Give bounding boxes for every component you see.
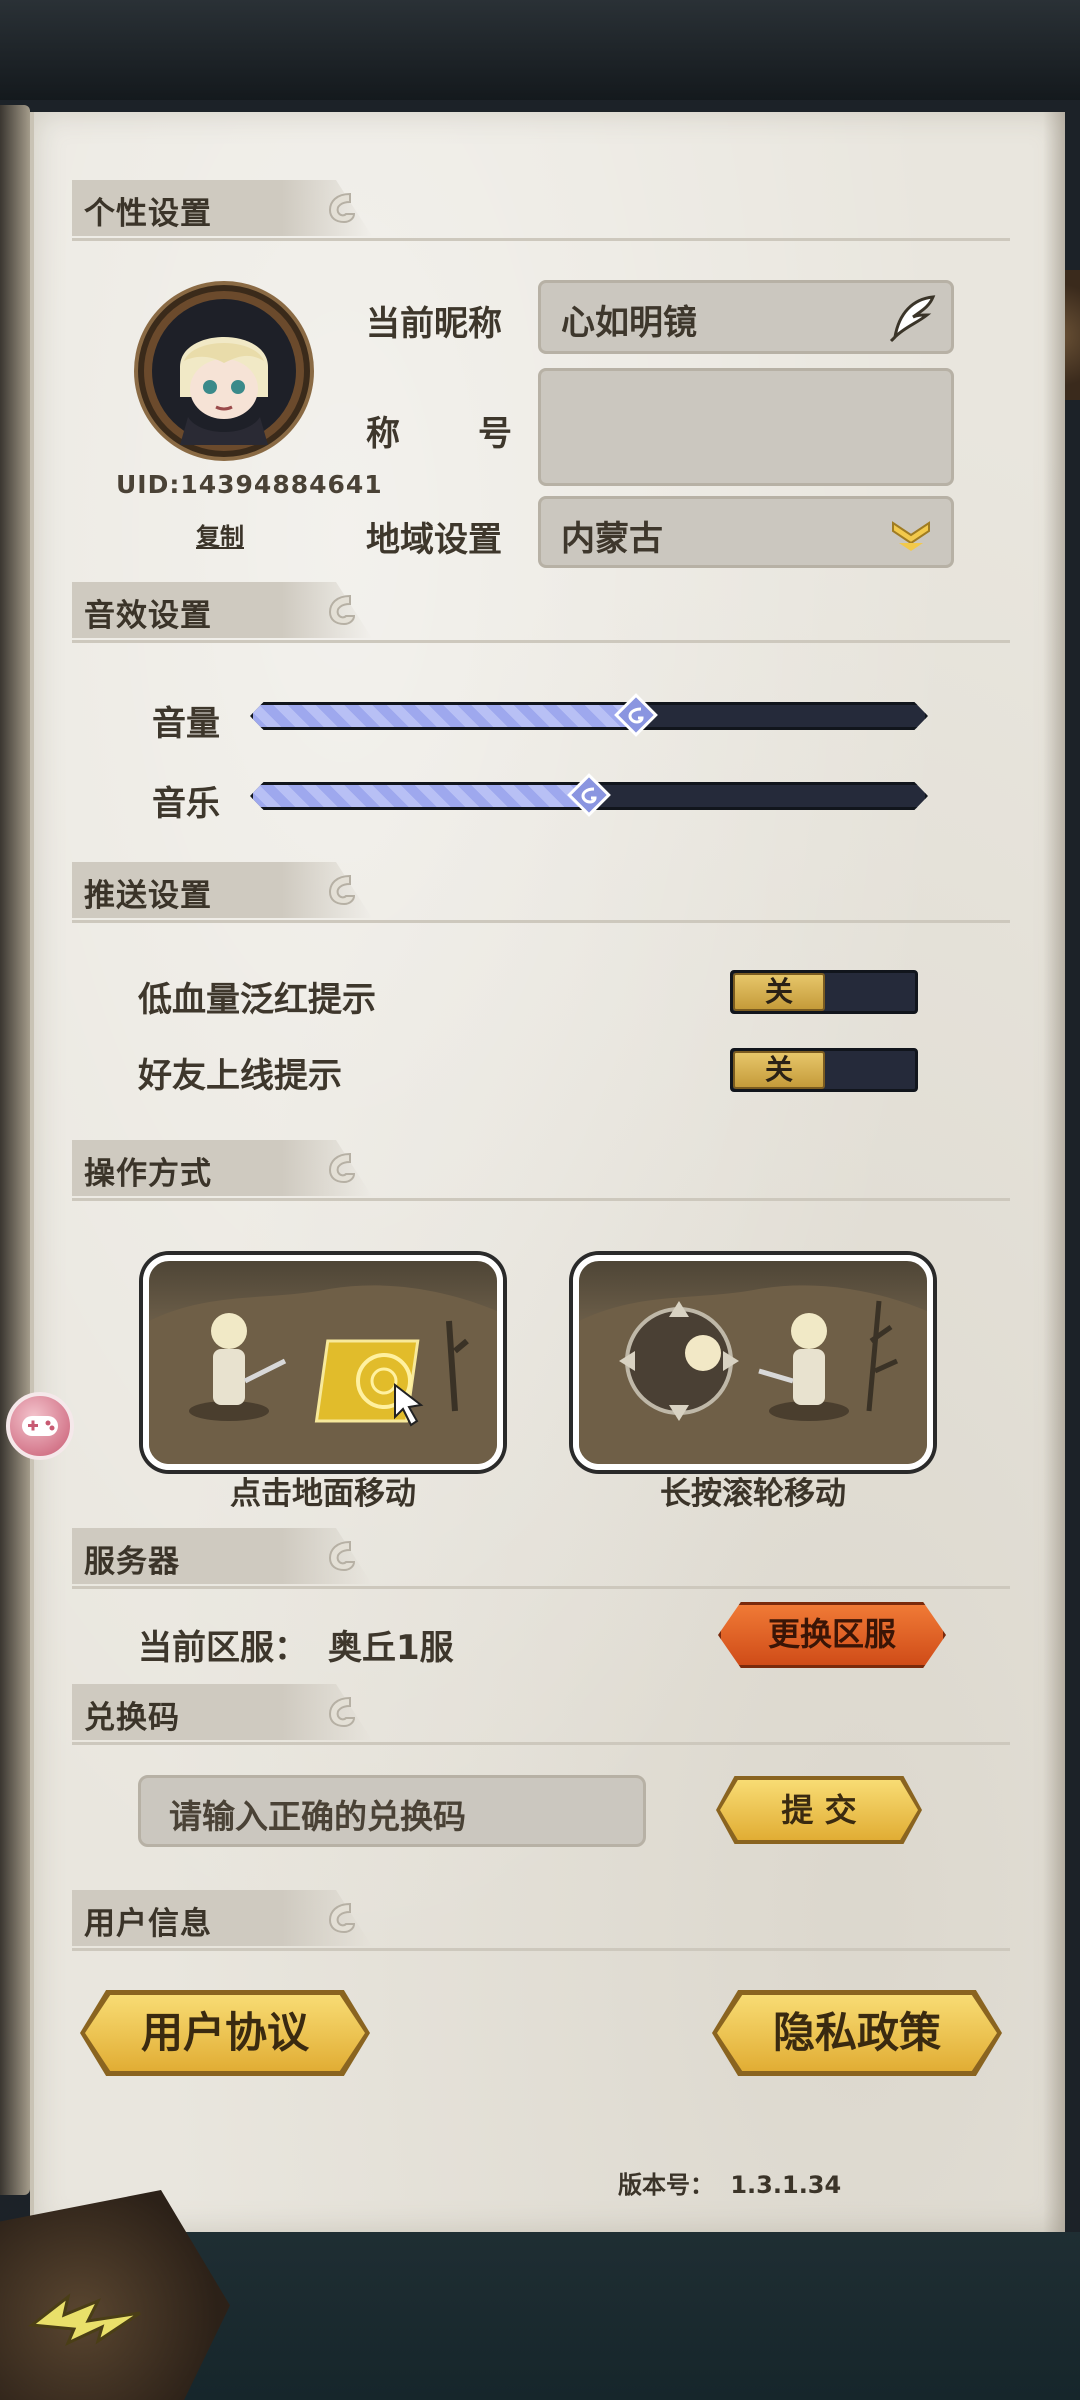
feather-quill-icon[interactable] [887,293,941,343]
ornament-icon [328,1152,356,1184]
region-label: 地域设置 [366,520,502,560]
nickname-value: 心如明镜 [561,303,697,343]
section-server: 服务器 [72,1528,1010,1589]
wheel-move-option[interactable] [573,1255,933,1470]
tap-move-illustration [149,1285,497,1464]
friend-online-toggle[interactable]: 关 [730,1048,918,1092]
gamepad-icon [22,1416,58,1436]
wheel-move-label: 长按滚轮移动 [660,1476,846,1512]
volume-handle[interactable] [613,692,659,738]
music-label: 音乐 [152,784,220,824]
nickname-field[interactable]: 心如明镜 [538,280,954,354]
volume-slider[interactable] [250,702,928,730]
friend-online-label: 好友上线提示 [138,1056,342,1096]
section-redeem: 兑换码 [72,1684,1010,1745]
lightning-arrow-icon[interactable] [28,2285,148,2360]
floating-gamepad-button[interactable] [6,1392,74,1460]
low-hp-toggle[interactable]: 关 [730,970,918,1014]
section-sound: 音效设置 [72,582,1010,643]
section-title: 用户信息 [84,1906,212,1942]
music-fill [253,785,589,807]
privacy-policy-button[interactable]: 隐私政策 [717,1995,997,2071]
section-title: 推送设置 [84,878,212,914]
toggle-knob: 关 [733,973,825,1011]
redeem-placeholder: 请输入正确的兑换码 [169,1797,466,1836]
book-spine [0,105,30,2195]
section-personal: 个性设置 [72,180,1010,241]
top-bar [0,0,1080,100]
avatar[interactable] [138,285,310,457]
region-select[interactable]: 内蒙古 [538,496,954,568]
music-handle[interactable] [566,772,612,818]
version-value: 1.3.1.34 [730,2171,842,2199]
tap-to-move-option[interactable] [143,1255,503,1470]
change-server-button[interactable]: 更换区服 [718,1602,946,1668]
copy-uid-link[interactable]: 复制 [196,517,244,552]
version-info: 版本号： 1.3.1.34 [618,2165,841,2200]
version-label: 版本号： [618,2171,714,2199]
submit-button[interactable]: 提 交 [720,1780,918,1840]
section-user-info: 用户信息 [72,1890,1010,1951]
volume-label: 音量 [152,704,220,744]
title-field[interactable] [538,368,954,486]
ornament-icon [328,874,356,906]
low-hp-label: 低血量泛红提示 [138,980,376,1020]
volume-fill [253,705,637,727]
ornament-icon [328,1540,356,1572]
section-push: 推送设置 [72,862,1010,923]
section-operation: 操作方式 [72,1140,1010,1201]
avatar-portrait [152,299,296,445]
section-title: 操作方式 [84,1156,212,1192]
current-server-value: 奥丘1服 [328,1628,454,1668]
ornament-icon [328,1902,356,1934]
toggle-knob: 关 [733,1051,825,1089]
ornament-icon [328,1696,356,1728]
ornament-icon [328,594,356,626]
ornament-icon [328,192,356,224]
chevron-down-icon [892,521,930,551]
section-title: 个性设置 [84,196,212,232]
current-server-label: 当前区服： [138,1628,308,1668]
uid-text: UID:14394884641 [116,470,383,499]
section-title: 兑换码 [84,1700,180,1736]
redeem-code-input[interactable]: 请输入正确的兑换码 [138,1775,646,1847]
nickname-label: 当前昵称 [366,304,502,344]
region-value: 内蒙古 [561,519,663,559]
tap-move-label: 点击地面移动 [230,1476,416,1512]
wheel-move-illustration [579,1285,927,1464]
user-agreement-button[interactable]: 用户协议 [85,1995,365,2071]
section-title: 音效设置 [84,598,212,634]
title-label: 称 号 [366,414,512,454]
section-title: 服务器 [84,1544,180,1580]
